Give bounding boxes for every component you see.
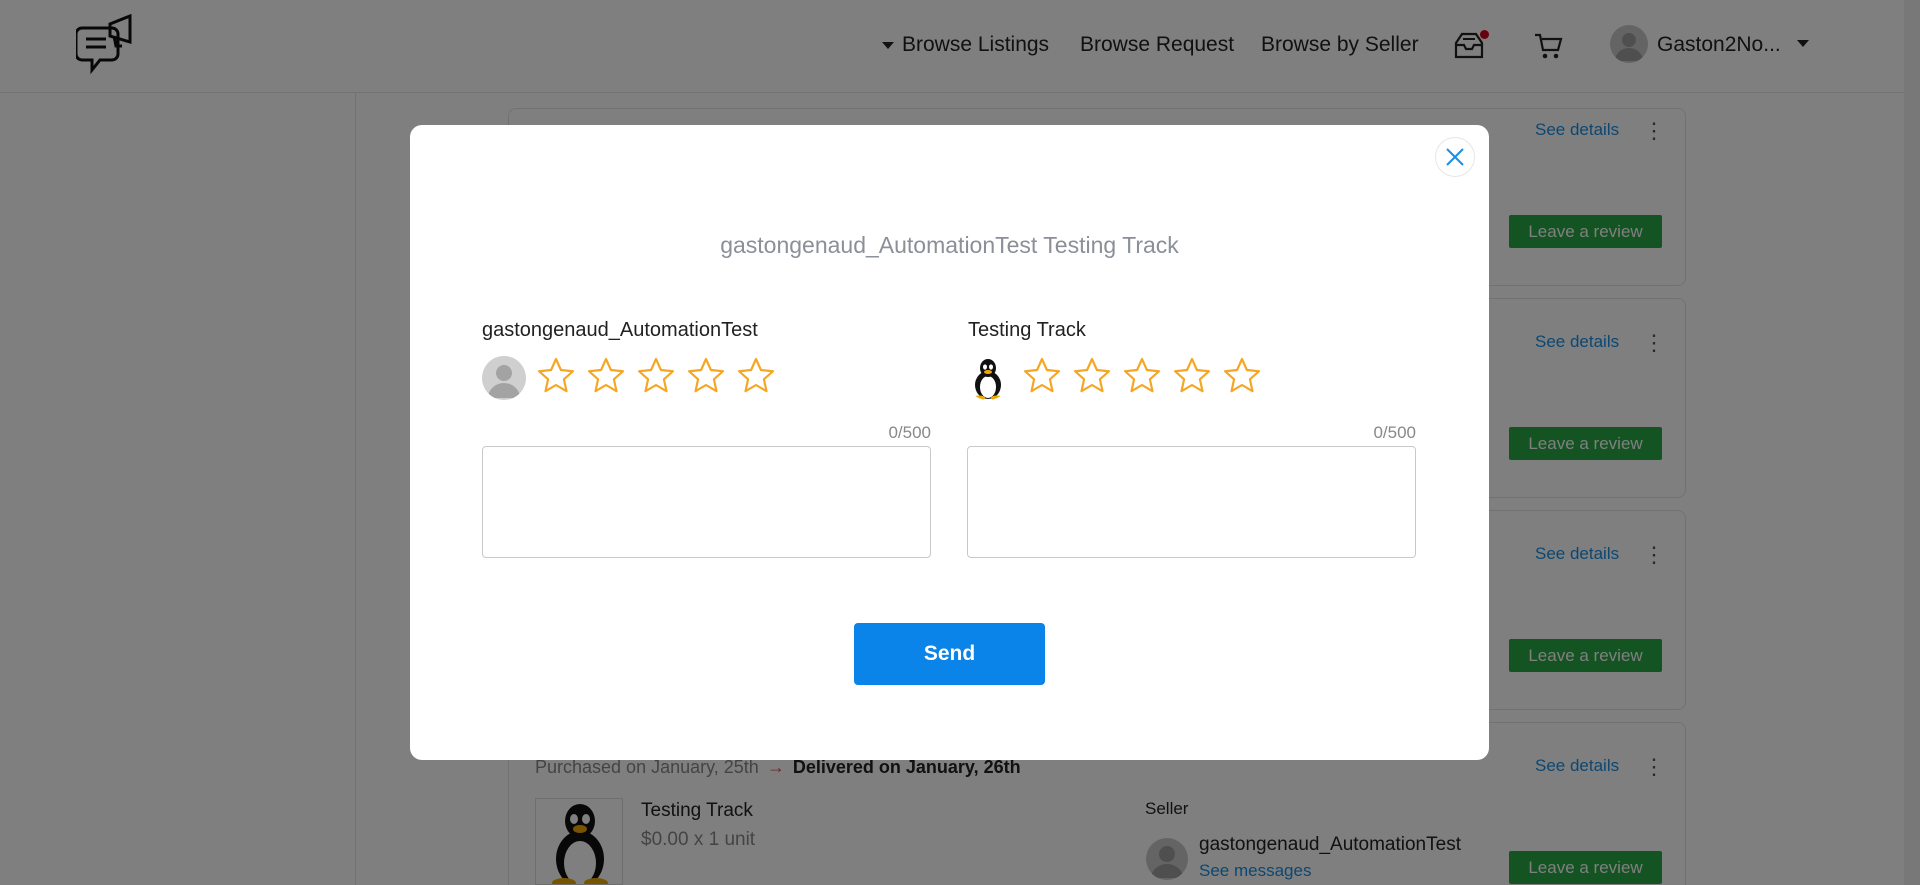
star-icon[interactable] bbox=[1172, 356, 1212, 396]
seller-char-counter: 0/500 bbox=[888, 423, 931, 442]
star-icon[interactable] bbox=[1222, 356, 1262, 396]
product-review-avatar bbox=[966, 356, 1010, 400]
close-icon bbox=[1446, 148, 1464, 166]
star-icon[interactable] bbox=[1072, 356, 1112, 396]
star-icon[interactable] bbox=[1122, 356, 1162, 396]
seller-review-avatar bbox=[482, 356, 526, 400]
send-button[interactable]: Send bbox=[854, 623, 1045, 685]
star-icon[interactable] bbox=[586, 356, 626, 396]
seller-review-label: gastongenaud_AutomationTest bbox=[482, 319, 758, 341]
star-icon[interactable] bbox=[686, 356, 726, 396]
modal-title: gastongenaud_AutomationTest Testing Trac… bbox=[720, 232, 1179, 258]
close-modal-button[interactable] bbox=[1435, 137, 1475, 177]
star-icon[interactable] bbox=[1022, 356, 1062, 396]
seller-star-rating bbox=[536, 356, 776, 396]
seller-review-textarea[interactable] bbox=[482, 446, 931, 558]
product-review-label: Testing Track bbox=[968, 319, 1086, 341]
star-icon[interactable] bbox=[636, 356, 676, 396]
star-icon[interactable] bbox=[736, 356, 776, 396]
product-review-textarea[interactable] bbox=[967, 446, 1416, 558]
star-icon[interactable] bbox=[536, 356, 576, 396]
product-char-counter: 0/500 bbox=[1373, 423, 1416, 442]
product-star-rating bbox=[1022, 356, 1262, 396]
